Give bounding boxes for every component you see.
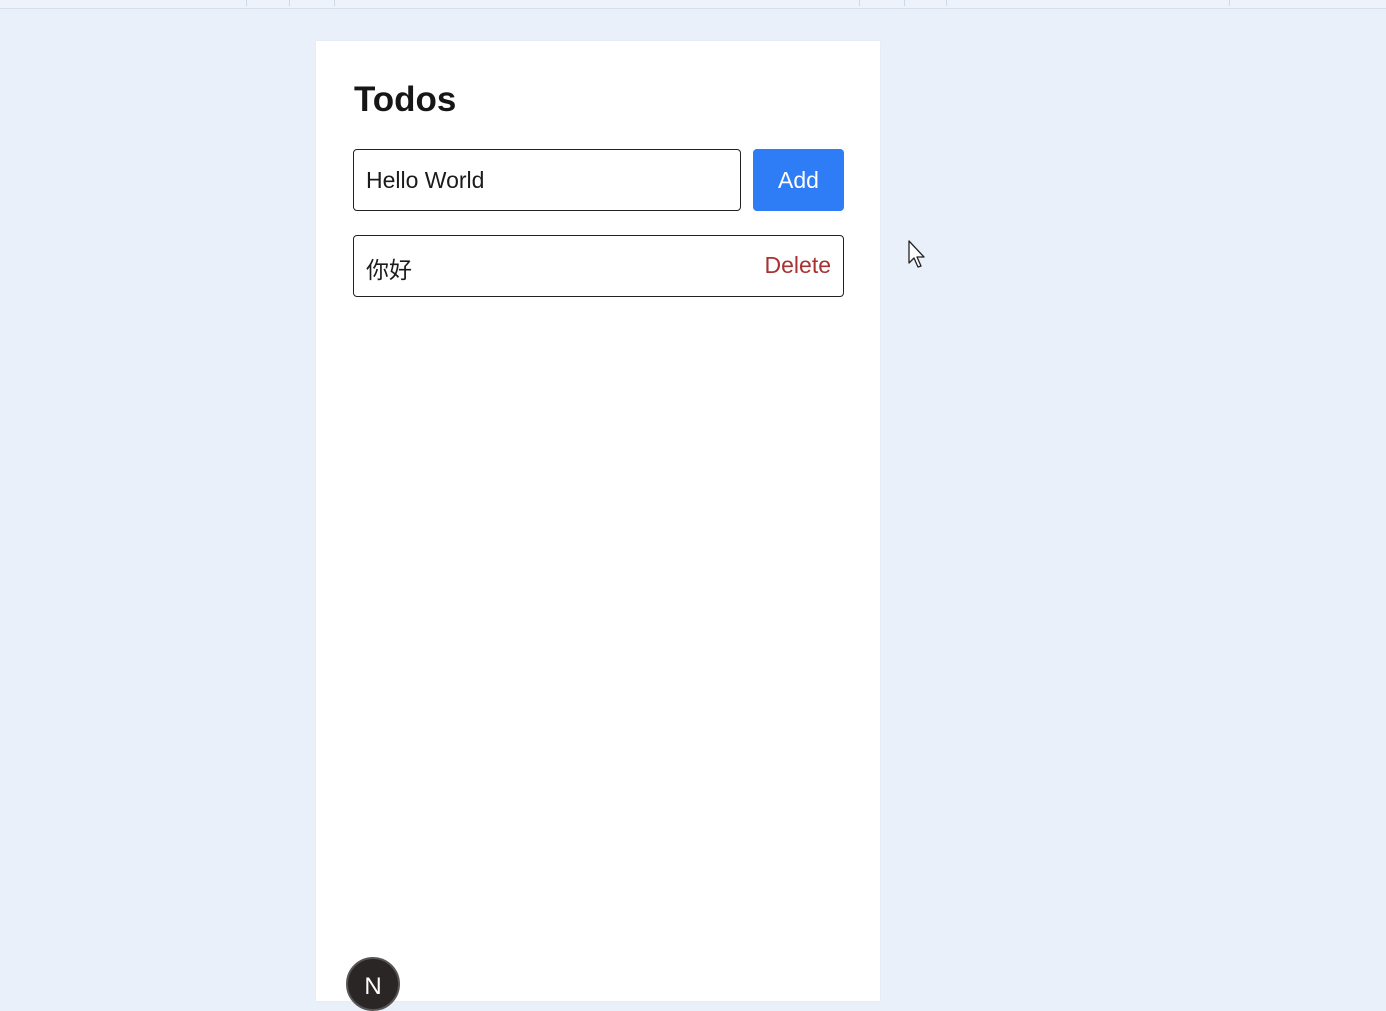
strip-divider [859,0,860,6]
todo-item: 你好 Delete [353,235,844,297]
strip-divider [246,0,247,6]
add-button[interactable]: Add [753,149,844,211]
strip-divider [946,0,947,6]
strip-divider [1229,0,1230,6]
strip-divider [904,0,905,6]
nextjs-logo-icon[interactable]: N [346,957,400,1011]
todo-card: Todos Add 你好 Delete [316,41,880,1001]
page-title: Todos [354,80,457,119]
delete-button[interactable]: Delete [765,252,831,279]
todo-list: 你好 Delete [353,235,844,297]
todo-text: 你好 [366,258,412,284]
mouse-pointer-icon [908,240,925,268]
todo-input[interactable] [353,149,741,211]
badge-letter: N [364,973,382,1000]
strip-divider [334,0,335,6]
strip-divider [289,0,290,6]
top-strip [0,0,1386,9]
